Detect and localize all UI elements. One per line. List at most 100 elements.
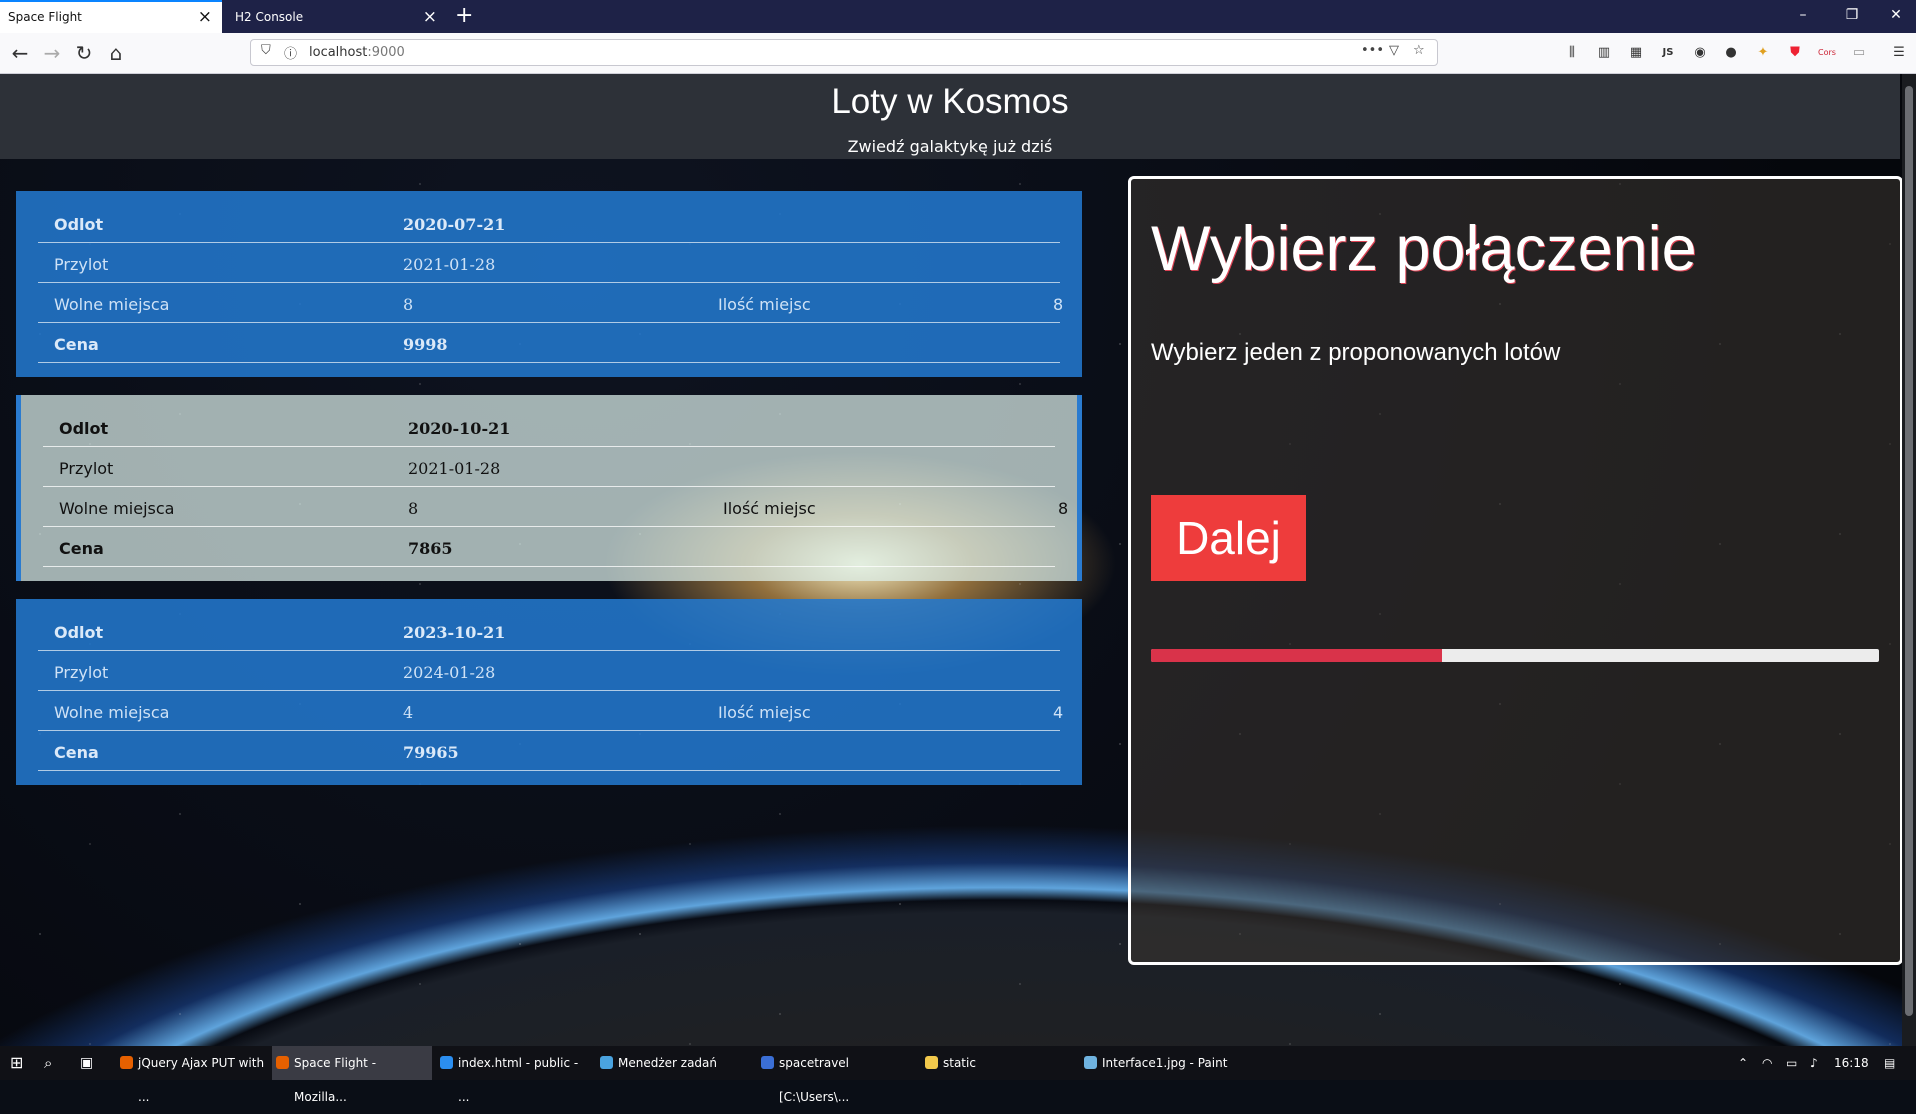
tracking-shield-icon[interactable]: ⛉ xyxy=(261,43,271,58)
extension-icon[interactable]: ● xyxy=(1722,44,1740,62)
shield-icon[interactable]: ⛊ xyxy=(1786,44,1804,62)
page-actions-icon[interactable]: ••• xyxy=(1361,43,1384,58)
value-total-seats: 8 xyxy=(1058,499,1069,518)
value-price: 79965 xyxy=(403,743,459,762)
label-departure: Odlot xyxy=(59,419,109,438)
panel-description: Wybierz jeden z proponowanych lotów xyxy=(1151,339,1561,366)
value-departure: 2020-07-21 xyxy=(403,215,506,234)
library-icon[interactable]: ⫼ xyxy=(1563,44,1581,62)
minimize-button[interactable]: – xyxy=(1780,0,1826,33)
value-price: 9998 xyxy=(403,335,448,354)
flight-row-price: Cena 7865 xyxy=(43,527,1055,567)
taskbar-item-label: jQuery Ajax PUT with ... xyxy=(138,1056,265,1104)
back-icon[interactable]: ← xyxy=(8,41,32,65)
site-info-icon[interactable]: ⓘ xyxy=(284,43,297,62)
taskbar-item-label: spacetravel [C:\Users\... xyxy=(779,1056,850,1104)
close-window-button[interactable]: ✕ xyxy=(1873,0,1916,33)
scrollbar-thumb[interactable] xyxy=(1905,86,1913,1016)
value-arrival: 2024-01-28 xyxy=(403,663,496,682)
volume-icon[interactable]: ♪ xyxy=(1810,1046,1818,1080)
taskbar-item-label: static xyxy=(943,1056,976,1070)
flight-card[interactable]: Odlot 2023-10-21 Przylot 2024-01-28 Woln… xyxy=(16,599,1082,785)
label-free-seats: Wolne miejsca xyxy=(54,295,170,314)
windows-taskbar: ⊞ ⌕ ▣ jQuery Ajax PUT with ... Space Flig… xyxy=(0,1046,1916,1104)
new-tab-button[interactable]: + xyxy=(455,4,473,28)
extension-icon[interactable]: ▭ xyxy=(1850,44,1868,62)
forward-icon[interactable]: → xyxy=(40,41,64,65)
value-arrival: 2021-01-28 xyxy=(408,459,501,478)
flight-row-price: Cena 79965 xyxy=(38,731,1060,771)
reload-icon[interactable]: ↻ xyxy=(72,41,96,65)
notifications-icon[interactable]: ▤ xyxy=(1884,1046,1895,1080)
label-free-seats: Wolne miejsca xyxy=(59,499,175,518)
taskbar-item[interactable]: Menedżer zadań xyxy=(596,1046,750,1080)
label-total-seats: Ilość miejsc xyxy=(718,295,811,314)
app-icon xyxy=(440,1056,453,1069)
taskbar-item-label: index.html - public - ... xyxy=(458,1056,579,1104)
taskbar-item[interactable]: index.html - public - ... xyxy=(436,1046,592,1104)
flight-card-selected[interactable]: Odlot 2020-10-21 Przylot 2021-01-28 Woln… xyxy=(16,395,1082,581)
progress-bar xyxy=(1151,649,1879,662)
label-price: Cena xyxy=(54,743,99,762)
flight-card[interactable]: Odlot 2020-07-21 Przylot 2021-01-28 Woln… xyxy=(16,191,1082,377)
barcode-icon[interactable]: ▦ xyxy=(1627,44,1645,62)
close-tab-icon[interactable]: × xyxy=(198,2,212,33)
tray-chevron-icon[interactable]: ⌃ xyxy=(1738,1046,1748,1080)
network-icon[interactable]: ◠ xyxy=(1762,1046,1772,1080)
value-departure: 2020-10-21 xyxy=(408,419,511,438)
home-icon[interactable]: ⌂ xyxy=(104,41,128,65)
app-icon xyxy=(276,1056,289,1069)
browser-nav-bar: ← → ↻ ⌂ ⛉ ⓘ localhost:9000 ••• ▽ ☆ ⫼ ▥ ▦… xyxy=(0,33,1916,74)
panel-heading: Wybierz połączenie xyxy=(1151,214,1697,284)
flight-row-departure: Odlot 2020-07-21 xyxy=(38,203,1060,243)
taskbar-item[interactable]: static xyxy=(921,1046,1076,1080)
value-total-seats: 8 xyxy=(1053,295,1064,314)
page-scrollbar[interactable] xyxy=(1902,74,1916,1046)
tab-space-flight[interactable]: Space Flight × xyxy=(0,0,222,33)
app-icon xyxy=(761,1056,774,1069)
app-icon xyxy=(925,1056,938,1069)
app-icon xyxy=(1084,1056,1097,1069)
page-content: Loty w Kosmos Zwiedź galaktykę już dziś … xyxy=(0,74,1916,1046)
battery-icon[interactable]: ▭ xyxy=(1786,1046,1797,1080)
task-view-icon[interactable]: ▣ xyxy=(80,1046,93,1080)
clock[interactable]: 16:18 xyxy=(1834,1046,1869,1080)
tab-label: Space Flight xyxy=(8,10,82,24)
taskbar-item[interactable]: jQuery Ajax PUT with ... xyxy=(116,1046,268,1104)
search-icon[interactable]: ⌕ xyxy=(44,1046,52,1080)
label-arrival: Przylot xyxy=(54,663,109,682)
restore-button[interactable]: ❐ xyxy=(1829,0,1875,33)
cors-icon[interactable]: Cors xyxy=(1818,44,1836,62)
site-header: Loty w Kosmos Zwiedź galaktykę już dziś xyxy=(0,74,1900,159)
value-free-seats: 8 xyxy=(408,499,419,518)
page-title: Loty w Kosmos xyxy=(831,82,1069,121)
js-icon[interactable]: JS xyxy=(1659,44,1677,62)
value-arrival: 2021-01-28 xyxy=(403,255,496,274)
close-tab-icon[interactable]: × xyxy=(423,0,437,35)
taskbar-item[interactable]: spacetravel [C:\Users\... xyxy=(757,1046,917,1104)
url-bar[interactable]: ⛉ ⓘ localhost:9000 ••• ▽ ☆ xyxy=(250,39,1438,66)
label-arrival: Przylot xyxy=(54,255,109,274)
menu-icon[interactable]: ☰ xyxy=(1890,44,1908,62)
app-icon xyxy=(120,1056,133,1069)
selection-panel: Wybierz połączenie Wybierz jeden z propo… xyxy=(1128,176,1903,965)
value-total-seats: 4 xyxy=(1053,703,1064,722)
next-button[interactable]: Dalej xyxy=(1151,495,1306,581)
taskbar-item[interactable]: Interface1.jpg - Paint xyxy=(1080,1046,1240,1080)
tab-h2-console[interactable]: H2 Console × xyxy=(227,0,447,33)
extension-icon[interactable]: ✦ xyxy=(1754,44,1772,62)
windows-start-icon[interactable]: ⊞ xyxy=(10,1046,23,1080)
bookmark-star-icon[interactable]: ☆ xyxy=(1413,43,1425,58)
sidebar-icon[interactable]: ▥ xyxy=(1595,44,1613,62)
account-icon[interactable]: ◉ xyxy=(1691,44,1709,62)
value-free-seats: 8 xyxy=(403,295,414,314)
label-departure: Odlot xyxy=(54,215,104,234)
flight-row-arrival: Przylot 2024-01-28 xyxy=(38,651,1060,691)
label-price: Cena xyxy=(54,335,99,354)
label-total-seats: Ilość miejsc xyxy=(718,703,811,722)
pocket-icon[interactable]: ▽ xyxy=(1389,43,1399,58)
flight-row-departure: Odlot 2020-10-21 xyxy=(43,407,1055,447)
taskbar-item-label: Interface1.jpg - Paint xyxy=(1102,1056,1228,1070)
taskbar-item[interactable]: Space Flight - Mozilla... xyxy=(272,1046,432,1104)
value-free-seats: 4 xyxy=(403,703,414,722)
